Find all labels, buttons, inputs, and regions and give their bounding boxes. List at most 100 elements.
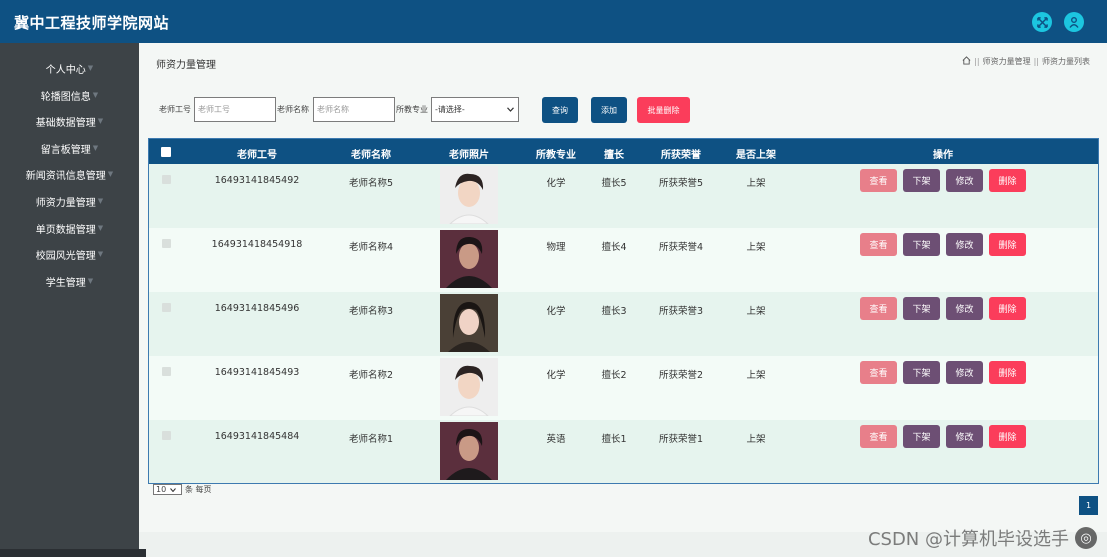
view-button[interactable]: 查看 <box>860 361 897 384</box>
column-header: 老师照片 <box>449 150 489 161</box>
offline-button[interactable]: 下架 <box>903 297 940 320</box>
delete-button[interactable]: 删除 <box>989 297 1026 320</box>
delete-button[interactable]: 删除 <box>989 425 1026 448</box>
status-bar <box>0 549 146 557</box>
cell-major: 物理 <box>546 242 566 253</box>
row-checkbox[interactable] <box>162 367 171 376</box>
cell-teacher-no: 16493141845484 <box>214 431 300 442</box>
watermark-text: CSDN @计算机毕设选手 <box>867 529 1069 550</box>
sidebar-item-campus-scenery[interactable]: 校园风光管理 ▼ <box>0 244 139 264</box>
user-icon[interactable] <box>1064 12 1084 32</box>
teacher-photo <box>440 358 498 416</box>
edit-button[interactable]: 修改 <box>946 169 983 192</box>
pager: 10 条 每页 <box>153 484 212 495</box>
edit-button[interactable]: 修改 <box>946 361 983 384</box>
column-header: 所获荣誉 <box>661 150 701 161</box>
major-select[interactable]: -请选择- <box>431 97 519 122</box>
table-row: 16493141845484 老师名称1 英语 擅长1 所获荣誉1 上架 查看 … <box>149 420 1098 484</box>
sidebar-item-label: 留言板管理 <box>40 144 91 156</box>
caret-down-icon: ▼ <box>97 250 104 258</box>
cell-teacher-name: 老师名称5 <box>348 178 394 189</box>
cell-honor: 所获荣誉1 <box>658 434 704 445</box>
main-content: 师资力量管理 || 师资力量管理 || 师资力量列表 老师工号 老师工号 老师名… <box>139 43 1107 557</box>
page-size-value: 10 <box>156 485 167 494</box>
cell-honor: 所获荣誉3 <box>658 306 704 317</box>
cell-status: 上架 <box>746 242 766 253</box>
column-header: 老师名称 <box>351 150 391 161</box>
cell-skill: 擅长5 <box>601 178 627 189</box>
caret-down-icon: ▼ <box>92 144 99 152</box>
sidebar-item-faculty[interactable]: 师资力量管理 ▼ <box>0 191 139 211</box>
cell-teacher-name: 老师名称1 <box>348 434 394 445</box>
sidebar-item-students[interactable]: 学生管理 ▼ <box>0 271 139 291</box>
chevron-down-icon <box>170 485 177 494</box>
breadcrumb: || 师资力量管理 || 师资力量列表 <box>962 56 1090 67</box>
select-all-checkbox[interactable] <box>161 147 171 157</box>
teacher-photo <box>440 230 498 288</box>
offline-button[interactable]: 下架 <box>903 169 940 192</box>
table-header: 老师工号 老师名称 老师照片 所教专业 擅长 所获荣誉 是否上架 操作 <box>149 139 1098 164</box>
offline-button[interactable]: 下架 <box>903 425 940 448</box>
view-button[interactable]: 查看 <box>860 169 897 192</box>
view-button[interactable]: 查看 <box>860 425 897 448</box>
fullscreen-icon[interactable] <box>1032 12 1052 32</box>
cell-teacher-no: 16493141845493 <box>214 367 300 378</box>
sidebar: 个人中心 ▼ 轮播图信息 ▼ 基础数据管理 ▼ 留言板管理 ▼ 新闻资讯信息管理 ▼ 师资… <box>0 43 139 557</box>
caret-down-icon: ▼ <box>87 64 94 72</box>
sidebar-item-message-board[interactable]: 留言板管理 ▼ <box>0 138 139 158</box>
sidebar-item-carousel[interactable]: 轮播图信息 ▼ <box>0 85 139 105</box>
offline-button[interactable]: 下架 <box>903 361 940 384</box>
teacher-photo <box>440 422 498 480</box>
cell-teacher-no: 16493141845492 <box>214 175 300 186</box>
edit-button[interactable]: 修改 <box>946 425 983 448</box>
row-checkbox[interactable] <box>162 239 171 248</box>
sidebar-item-single-page[interactable]: 单页数据管理 ▼ <box>0 218 139 238</box>
home-icon[interactable] <box>962 56 971 67</box>
cell-teacher-name: 老师名称4 <box>348 242 394 253</box>
query-button[interactable]: 查询 <box>542 97 578 123</box>
add-button[interactable]: 添加 <box>591 97 627 123</box>
page-title: 师资力量管理 <box>156 60 216 71</box>
cell-major: 英语 <box>546 434 566 445</box>
column-header: 擅长 <box>604 150 624 161</box>
breadcrumb-item-faculty[interactable]: 师资力量管理 <box>983 56 1031 67</box>
cell-skill: 擅长2 <box>601 370 627 381</box>
edit-button[interactable]: 修改 <box>946 233 983 256</box>
delete-button[interactable]: 删除 <box>989 233 1026 256</box>
row-checkbox[interactable] <box>162 303 171 312</box>
cell-status: 上架 <box>746 178 766 189</box>
teacher-no-input[interactable]: 老师工号 <box>194 97 276 122</box>
teacher-name-label: 老师名称 <box>277 105 309 114</box>
caret-down-icon: ▼ <box>87 277 94 285</box>
sidebar-item-label: 新闻资讯信息管理 <box>25 170 106 182</box>
delete-button[interactable]: 删除 <box>989 169 1026 192</box>
sidebar-item-personal-center[interactable]: 个人中心 ▼ <box>0 58 139 78</box>
caret-down-icon: ▼ <box>92 91 99 99</box>
delete-button[interactable]: 删除 <box>989 361 1026 384</box>
sidebar-item-news[interactable]: 新闻资讯信息管理 ▼ <box>0 164 139 184</box>
table-row: 16493141845492 老师名称5 化学 擅长5 所获荣誉5 上架 查看 … <box>149 164 1098 228</box>
sidebar-item-basic-data[interactable]: 基础数据管理 ▼ <box>0 111 139 131</box>
view-button[interactable]: 查看 <box>860 233 897 256</box>
row-checkbox[interactable] <box>162 175 171 184</box>
sidebar-item-label: 基础数据管理 <box>35 117 96 129</box>
major-select-value: -请选择- <box>435 105 465 114</box>
teacher-name-input[interactable]: 老师名称 <box>313 97 395 122</box>
page-size-select[interactable]: 10 <box>153 484 182 495</box>
edit-button[interactable]: 修改 <box>946 297 983 320</box>
per-page-label: 条 每页 <box>185 485 212 494</box>
watermark-logo-icon: ◎ <box>1075 527 1097 549</box>
cell-teacher-no: 16493141845496 <box>214 303 300 314</box>
table-row: 164931418454918 老师名称4 物理 擅长4 所获荣誉4 上架 查看… <box>149 228 1098 292</box>
breadcrumb-separator: || <box>974 57 980 66</box>
view-button[interactable]: 查看 <box>860 297 897 320</box>
sidebar-item-label: 师资力量管理 <box>35 197 96 209</box>
major-label: 所教专业 <box>396 105 428 114</box>
row-checkbox[interactable] <box>162 431 171 440</box>
cell-status: 上架 <box>746 370 766 381</box>
cell-honor: 所获荣誉4 <box>658 242 704 253</box>
page-number-button[interactable]: 1 <box>1079 496 1098 515</box>
offline-button[interactable]: 下架 <box>903 233 940 256</box>
column-header: 是否上架 <box>736 150 776 161</box>
batch-delete-button[interactable]: 批量删除 <box>637 97 690 123</box>
